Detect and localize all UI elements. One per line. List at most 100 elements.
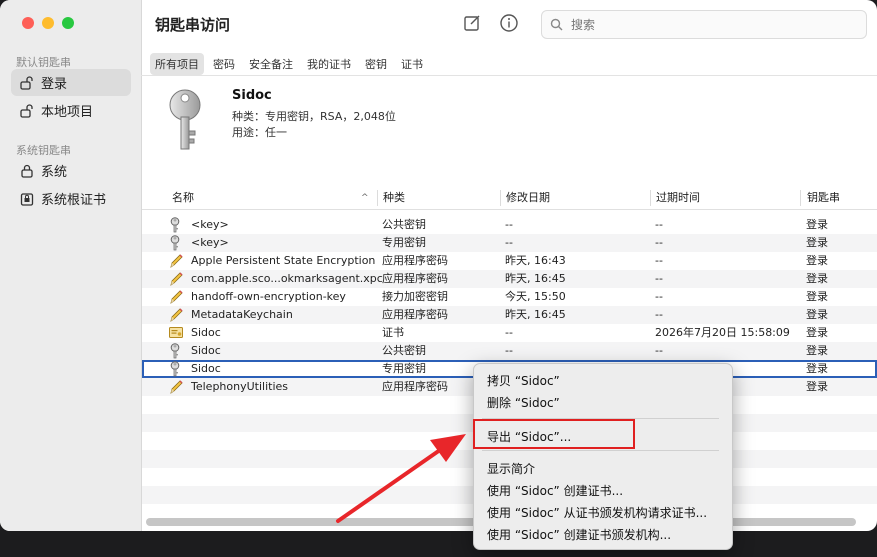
sidebar-item-system[interactable]: 系统	[11, 157, 131, 184]
cell-keychain: 登录	[806, 326, 828, 339]
column-header-modified[interactable]: 修改日期	[506, 187, 550, 209]
cell-modified: --	[505, 344, 513, 357]
compose-icon[interactable]	[462, 13, 482, 33]
cell-kind: 专用密钥	[382, 236, 426, 249]
cell-keychain: 登录	[806, 362, 828, 375]
menu-item-get-info[interactable]: 显示简介	[487, 460, 535, 477]
table-row[interactable]: com.apple.sco...okmarksagent.xpc 应用程序密码 昨天…	[142, 270, 877, 288]
menu-item-create-certificate[interactable]: 使用 “Sidoc” 创建证书...	[487, 482, 623, 499]
column-header-keychain[interactable]: 钥匙串	[807, 187, 840, 209]
sidebar-item-label: 系统根证书	[41, 193, 107, 208]
cell-name: <key>	[191, 236, 229, 249]
cell-keychain: 登录	[806, 218, 828, 231]
large-key-icon	[160, 87, 210, 153]
menu-item-request-certificate[interactable]: 使用 “Sidoc” 从证书颁发机构请求证书...	[487, 504, 707, 521]
cell-name: <key>	[191, 218, 229, 231]
column-header-kind[interactable]: 种类	[383, 187, 405, 209]
search-input[interactable]	[569, 16, 853, 33]
cell-name: Sidoc	[191, 344, 221, 357]
sidebar: 默认钥匙串 登录 本地项目 系统钥匙串 系统 系统根证书	[0, 0, 142, 531]
sort-ascending-icon: ^	[361, 193, 369, 203]
cert-box-icon	[19, 191, 35, 207]
table-row[interactable]: Sidoc 公共密钥 -- -- 登录	[142, 342, 877, 360]
cell-keychain: 登录	[806, 344, 828, 357]
column-separator	[650, 190, 651, 206]
window-controls	[22, 17, 74, 29]
column-header-name[interactable]: 名称	[172, 187, 194, 209]
search-field[interactable]	[541, 10, 867, 39]
cell-keychain: 登录	[806, 308, 828, 321]
cell-name: TelephonyUtilities	[191, 380, 289, 393]
detail-kind: 种类：专用密钥，RSA，2,048位	[232, 110, 396, 123]
table-row[interactable]: MetadataKeychain 应用程序密码 昨天, 16:45 -- 登录	[142, 306, 877, 324]
tab-passwords[interactable]: 密码	[208, 53, 240, 75]
cell-expires: --	[655, 254, 663, 267]
context-menu: 拷贝 “Sidoc” 删除 “Sidoc” 导出 “Sidoc”... 显示简介…	[473, 363, 733, 550]
cell-name: Sidoc	[191, 362, 221, 375]
sidebar-item-local[interactable]: 本地项目	[11, 97, 131, 124]
cell-modified: --	[505, 236, 513, 249]
lock-icon	[19, 163, 35, 179]
pencil-icon	[169, 307, 183, 323]
sidebar-item-login[interactable]: 登录	[11, 69, 131, 96]
category-tabs: 所有项目 密码 安全备注 我的证书 密钥 证书	[150, 53, 428, 75]
tab-certificates[interactable]: 证书	[396, 53, 428, 75]
table-row[interactable]: handoff-own-encryption-key 接力加密密钥 今天, 15:5…	[142, 288, 877, 306]
cell-name: com.apple.sco...okmarksagent.xpc	[191, 272, 383, 285]
detail-name: Sidoc	[232, 88, 272, 103]
tab-my-certificates[interactable]: 我的证书	[302, 53, 356, 75]
cell-expires: --	[655, 290, 663, 303]
column-separator	[377, 190, 378, 206]
sidebar-item-label: 本地项目	[41, 105, 94, 120]
table-row[interactable]: <key> 公共密钥 -- -- 登录	[142, 216, 877, 234]
cell-kind: 应用程序密码	[382, 254, 448, 267]
cell-kind: 应用程序密码	[382, 380, 448, 393]
column-header-expires[interactable]: 过期时间	[656, 187, 700, 209]
cell-keychain: 登录	[806, 272, 828, 285]
cell-modified: --	[505, 218, 513, 231]
tab-all-items[interactable]: 所有项目	[150, 53, 204, 75]
cell-modified: 昨天, 16:45	[505, 272, 566, 285]
cell-kind: 应用程序密码	[382, 272, 448, 285]
table-row[interactable]: Apple Persistent State Encryption 应用程序密码 昨…	[142, 252, 877, 270]
column-separator	[800, 190, 801, 206]
cell-name: Apple Persistent State Encryption	[191, 254, 376, 267]
tab-keys[interactable]: 密钥	[360, 53, 392, 75]
table-row[interactable]: Sidoc 证书 -- 2026年7月20日 15:58:09 登录	[142, 324, 877, 342]
cell-keychain: 登录	[806, 254, 828, 267]
cell-expires: --	[655, 236, 663, 249]
tab-secure-notes[interactable]: 安全备注	[244, 53, 298, 75]
minimize-button[interactable]	[42, 17, 54, 29]
pencil-icon	[169, 253, 183, 269]
sidebar-section-system: 系统钥匙串	[16, 144, 71, 157]
sidebar-item-system-roots[interactable]: 系统根证书	[11, 185, 131, 212]
sidebar-item-label: 系统	[41, 165, 68, 180]
cell-modified: 昨天, 16:43	[505, 254, 566, 267]
window-title: 钥匙串访问	[155, 16, 231, 34]
cell-keychain: 登录	[806, 236, 828, 249]
table-header: 名称 ^ 种类 修改日期 过期时间 钥匙串	[142, 187, 877, 210]
pencil-icon	[169, 289, 183, 305]
cell-expires: 2026年7月20日 15:58:09	[655, 326, 790, 339]
sidebar-item-label: 登录	[41, 77, 68, 92]
cell-kind: 应用程序密码	[382, 308, 448, 321]
close-button[interactable]	[22, 17, 34, 29]
cell-kind: 公共密钥	[382, 218, 426, 231]
cell-expires: --	[655, 272, 663, 285]
menu-item-create-ca[interactable]: 使用 “Sidoc” 创建证书颁发机构...	[487, 526, 671, 543]
key-icon	[169, 235, 183, 251]
cell-kind: 公共密钥	[382, 344, 426, 357]
menu-item-copy[interactable]: 拷贝 “Sidoc”	[487, 372, 560, 389]
toolbar-divider	[141, 75, 877, 76]
cell-kind: 接力加密密钥	[382, 290, 448, 303]
cell-kind: 证书	[382, 326, 404, 339]
key-icon	[169, 217, 183, 233]
menu-item-delete[interactable]: 删除 “Sidoc”	[487, 394, 560, 411]
cell-expires: --	[655, 308, 663, 321]
zoom-button[interactable]	[62, 17, 74, 29]
info-icon[interactable]	[499, 13, 519, 33]
cell-expires: --	[655, 218, 663, 231]
unlocked-icon	[19, 75, 35, 91]
table-row[interactable]: <key> 专用密钥 -- -- 登录	[142, 234, 877, 252]
cell-keychain: 登录	[806, 290, 828, 303]
